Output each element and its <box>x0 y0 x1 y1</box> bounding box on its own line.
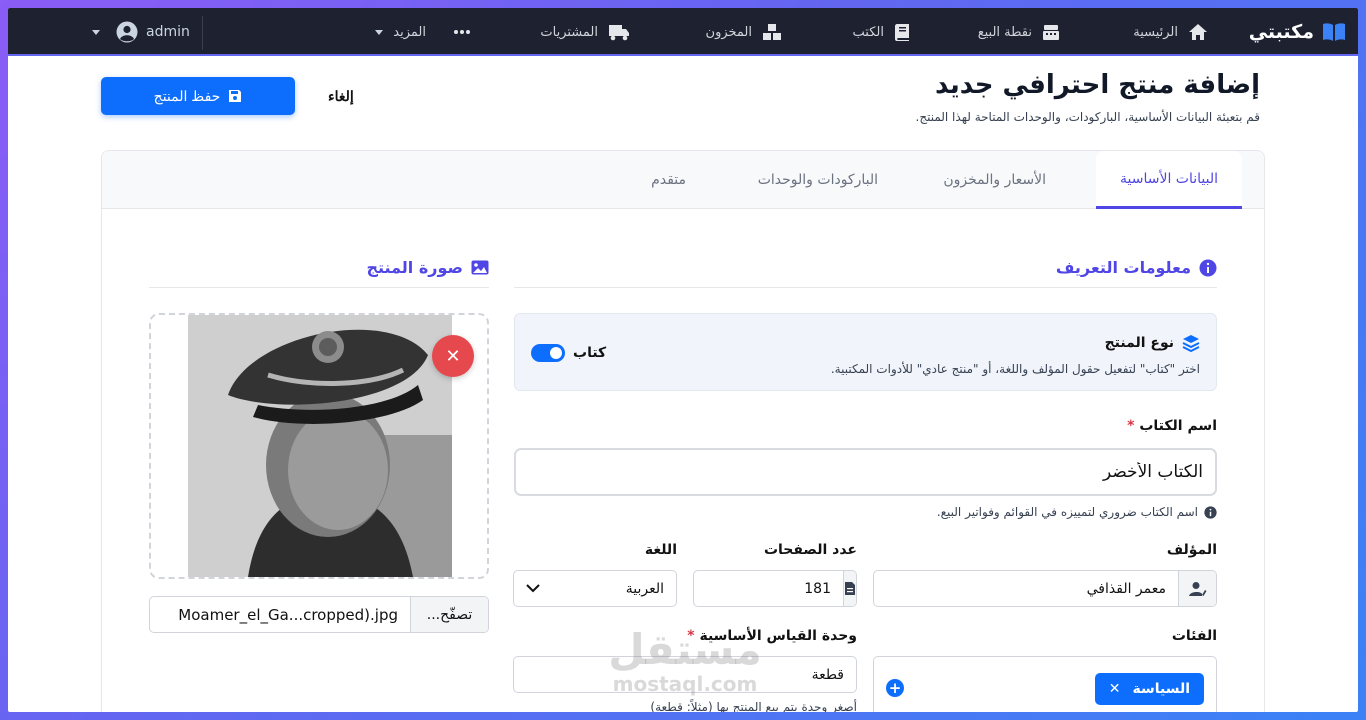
remove-image-button[interactable]: ✕ <box>432 335 474 377</box>
user-menu[interactable]: admin <box>92 8 190 56</box>
watermark: مستقل mostaql.com <box>600 625 770 697</box>
book-icon <box>895 24 909 41</box>
product-photo <box>188 315 452 577</box>
required-mark: * <box>1127 418 1135 434</box>
user-pen-icon <box>1188 581 1206 596</box>
top-navbar: مكتبتي الرئيسية نقطة البيع الكتب المخزون… <box>8 8 1358 56</box>
open-book-icon <box>1323 23 1345 41</box>
browse-button[interactable]: تصفّح... <box>410 597 488 632</box>
identity-section-label: معلومات التعريف <box>1055 258 1191 277</box>
layers-icon <box>1182 335 1200 352</box>
save-product-button[interactable]: حفظ المنتج <box>101 77 295 115</box>
author-input[interactable] <box>874 571 1178 606</box>
brand-name: مكتبتي <box>1248 21 1314 43</box>
nav-item-pos[interactable]: نقطة البيع <box>978 8 1060 56</box>
product-type-box: نوع المنتج اختر "كتاب" لتفعيل حقول المؤل… <box>514 313 1217 391</box>
nav-divider <box>202 16 203 50</box>
page-title: إضافة منتج احترافي جديد <box>934 70 1260 100</box>
language-label: اللغة <box>644 542 677 558</box>
chevron-down-icon <box>526 584 540 593</box>
categories-box[interactable]: السياسة ✕ + <box>873 656 1217 712</box>
nav-item-label: المزيد <box>393 24 426 40</box>
section-divider <box>514 287 1217 288</box>
section-divider <box>149 287 489 288</box>
author-input-group <box>873 570 1217 607</box>
brand[interactable]: مكتبتي <box>1249 8 1346 56</box>
chevron-down-icon <box>92 29 100 35</box>
close-icon[interactable]: ✕ <box>1109 681 1121 697</box>
tab-advanced[interactable]: متقدم <box>651 151 686 209</box>
file-icon <box>845 582 855 595</box>
page-subtitle: قم بتعبئة البيانات الأساسية، الباركودات،… <box>915 110 1260 124</box>
username: admin <box>146 24 190 40</box>
product-type-label: نوع المنتج <box>1104 335 1174 351</box>
category-tag-label: السياسة <box>1132 681 1190 697</box>
ellipsis-icon <box>454 30 470 34</box>
category-tag[interactable]: السياسة ✕ <box>1094 673 1204 705</box>
watermark-text: مستقل <box>608 625 762 674</box>
watermark-url: mostaql.com <box>612 672 758 696</box>
base-unit-hint: أصغر وحدة يتم بيع المنتج بها (مثلاً: قطع… <box>650 700 857 712</box>
close-icon: ✕ <box>445 345 461 367</box>
book-name-input[interactable] <box>514 448 1217 496</box>
truck-icon <box>609 25 629 41</box>
cash-register-icon <box>1043 25 1059 40</box>
image-icon <box>471 260 489 275</box>
tab-basic-data[interactable]: البيانات الأساسية <box>1096 151 1242 209</box>
pages-input-group <box>693 570 857 607</box>
book-name-hint: اسم الكتاب ضروري لتمييزه في القوائم وفوا… <box>937 505 1217 519</box>
tab-barcodes-units[interactable]: الباركودات والوحدات <box>758 151 878 209</box>
nav-item-inventory[interactable]: المخزون <box>706 8 782 56</box>
nav-item-books[interactable]: الكتب <box>853 8 910 56</box>
image-section-title: صورة المنتج <box>149 258 489 277</box>
portrait-image <box>188 315 452 577</box>
pages-input[interactable] <box>694 571 843 606</box>
nav-item-more[interactable]: المزيد <box>375 8 470 56</box>
author-label: المؤلف <box>1166 542 1217 558</box>
book-toggle-label: كتاب <box>573 345 607 361</box>
book-toggle[interactable] <box>531 344 565 362</box>
language-value: العربية <box>625 580 664 597</box>
save-product-label: حفظ المنتج <box>153 87 221 104</box>
nav-item-home[interactable]: الرئيسية <box>1133 8 1208 56</box>
language-select[interactable]: العربية <box>513 570 677 607</box>
user-avatar-icon <box>116 21 138 43</box>
nav-item-label: الرئيسية <box>1133 24 1178 40</box>
file-name: Moamer_el_Ga...cropped).jpg <box>178 605 398 624</box>
tab-bar: البيانات الأساسية الأسعار والمخزون البار… <box>102 151 1264 209</box>
boxes-icon <box>763 24 781 40</box>
image-drop-zone[interactable]: ✕ <box>149 313 489 579</box>
categories-label: الفئات <box>1171 628 1217 644</box>
nav-item-label: الكتب <box>852 24 884 40</box>
nav-item-label: المشتريات <box>540 24 598 40</box>
nav-item-label: المخزون <box>705 24 752 40</box>
identity-section-title: معلومات التعريف <box>1056 258 1217 277</box>
chevron-down-icon <box>375 29 384 35</box>
cancel-button[interactable]: إلغاء <box>328 88 354 105</box>
book-toggle-wrap: كتاب <box>531 344 606 362</box>
file-input[interactable]: تصفّح... Moamer_el_Ga...cropped).jpg <box>149 596 489 633</box>
tab-prices-stock[interactable]: الأسعار والمخزون <box>943 151 1046 209</box>
product-type-description: اختر "كتاب" لتفعيل حقول المؤلف واللغة، أ… <box>830 362 1200 376</box>
add-category-icon[interactable]: + <box>886 679 904 697</box>
book-name-hint-text: اسم الكتاب ضروري لتمييزه في القوائم وفوا… <box>936 505 1198 519</box>
info-circle-icon <box>1199 259 1217 276</box>
pages-addon <box>843 571 856 606</box>
home-icon <box>1189 24 1207 40</box>
author-addon <box>1178 571 1216 606</box>
nav-item-label: نقطة البيع <box>977 24 1032 40</box>
floppy-disk-icon <box>229 90 242 102</box>
image-section-label: صورة المنتج <box>366 258 463 277</box>
book-name-label: اسم الكتاب * <box>1127 418 1217 434</box>
book-name-label-text: اسم الكتاب <box>1139 418 1217 434</box>
nav-item-purchases[interactable]: المشتريات <box>540 8 630 56</box>
product-type-title: نوع المنتج <box>1105 334 1200 352</box>
app-window: مكتبتي الرئيسية نقطة البيع الكتب المخزون… <box>8 8 1358 712</box>
info-circle-icon <box>1204 505 1217 519</box>
pages-label: عدد الصفحات <box>763 542 857 558</box>
